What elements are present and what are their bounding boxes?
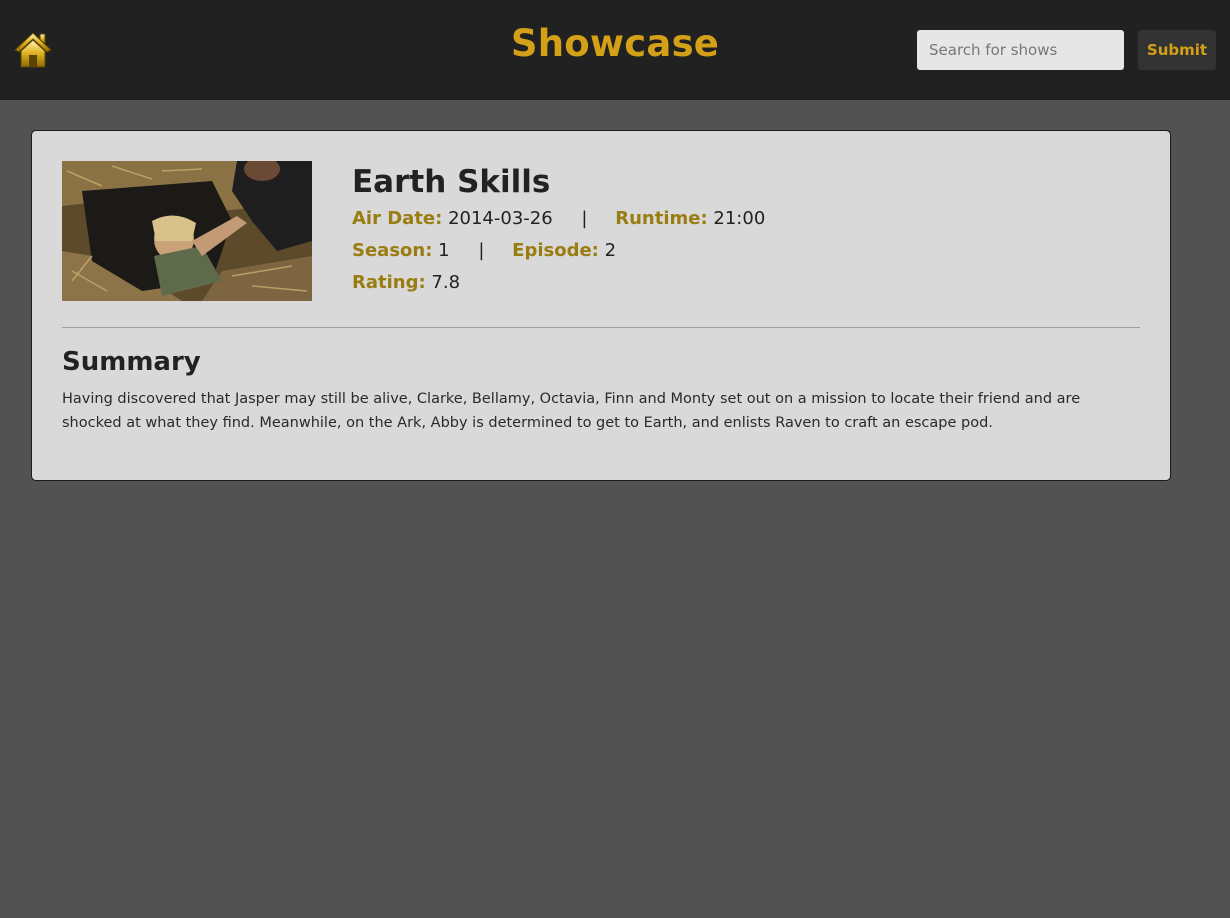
summary-heading: Summary xyxy=(62,347,201,377)
rating-label: Rating: xyxy=(352,272,426,293)
navbar: Showcase Submit xyxy=(0,0,1230,100)
search-input[interactable] xyxy=(917,30,1124,70)
episode-thumbnail xyxy=(62,161,312,301)
air-date-runtime-row: Air Date: 2014-03-26 | Runtime: 21:00 xyxy=(352,203,765,235)
separator: | xyxy=(581,208,588,229)
rating-row: Rating: 7.8 xyxy=(352,267,765,299)
home-icon xyxy=(14,32,52,68)
episode-info: Earth Skills Air Date: 2014-03-26 | Runt… xyxy=(352,161,765,299)
air-date-value: 2014-03-26 xyxy=(448,208,553,229)
divider xyxy=(62,327,1140,328)
season-episode-row: Season: 1 | Episode: 2 xyxy=(352,235,765,267)
runtime-label: Runtime: xyxy=(615,208,708,229)
air-date-label: Air Date: xyxy=(352,208,443,229)
season-label: Season: xyxy=(352,240,433,261)
episode-label: Episode: xyxy=(512,240,599,261)
runtime-value: 21:00 xyxy=(713,208,766,229)
episode-title: Earth Skills xyxy=(352,164,551,200)
rating-value: 7.8 xyxy=(431,272,461,293)
episode-card: Earth Skills Air Date: 2014-03-26 | Runt… xyxy=(31,130,1171,481)
episode-value: 2 xyxy=(604,240,617,261)
separator: | xyxy=(478,240,485,261)
summary-text: Having discovered that Jasper may still … xyxy=(62,391,1081,431)
submit-button[interactable]: Submit xyxy=(1138,30,1216,70)
home-button[interactable] xyxy=(12,30,54,70)
season-value: 1 xyxy=(438,240,450,261)
